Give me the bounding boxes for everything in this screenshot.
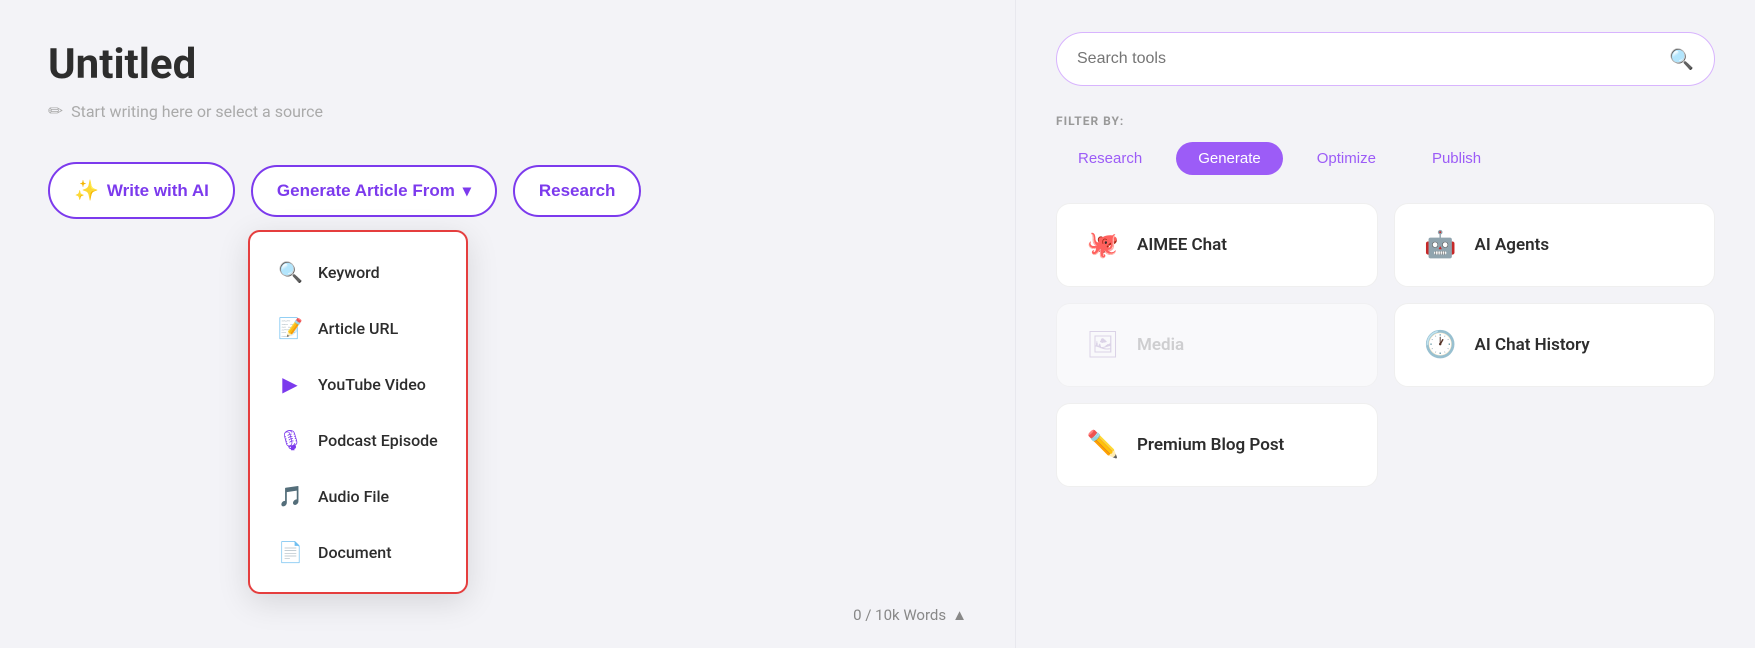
dropdown-keyword-label: Keyword xyxy=(318,263,380,282)
tool-card-aimee-chat[interactable]: 🐙 AIMEE Chat xyxy=(1056,203,1378,287)
ai-chat-history-icon: 🕐 xyxy=(1423,330,1459,360)
media-label: Media xyxy=(1137,335,1184,355)
tool-card-ai-agents[interactable]: 🤖 AI Agents xyxy=(1394,203,1716,287)
premium-blog-post-icon: ✏️ xyxy=(1085,430,1121,460)
youtube-icon: ▶ xyxy=(278,372,302,396)
word-count-value: 0 / 10k Words xyxy=(853,606,946,624)
filter-pill-optimize[interactable]: Optimize xyxy=(1295,142,1398,175)
ai-agents-label: AI Agents xyxy=(1475,235,1550,255)
write-with-ai-button[interactable]: ✨ Write with AI xyxy=(48,162,235,219)
filter-pill-research[interactable]: Research xyxy=(1056,142,1164,175)
podcast-icon: 🎙 xyxy=(278,428,302,452)
dropdown-document-label: Document xyxy=(318,543,392,562)
dropdown-audio-label: Audio File xyxy=(318,487,389,506)
dropdown-item-keyword[interactable]: 🔍 Keyword xyxy=(250,244,466,300)
aimee-chat-icon: 🐙 xyxy=(1085,230,1121,260)
ai-chat-history-label: AI Chat History xyxy=(1475,335,1590,355)
dropdown-item-youtube-video[interactable]: ▶ YouTube Video xyxy=(250,356,466,412)
sparkle-icon: ✨ xyxy=(74,178,99,203)
filter-pills: Research Generate Optimize Publish xyxy=(1056,142,1715,175)
word-count: 0 / 10k Words ▲ xyxy=(853,606,967,624)
dropdown-item-audio-file[interactable]: 🎵 Audio File xyxy=(250,468,466,524)
search-icon[interactable]: 🔍 xyxy=(1669,47,1694,71)
audio-icon: 🎵 xyxy=(278,484,302,508)
dropdown-podcast-label: Podcast Episode xyxy=(318,431,438,450)
search-tools-input[interactable] xyxy=(1077,50,1657,68)
research-button[interactable]: Research xyxy=(513,165,642,217)
filter-section: FILTER BY: Research Generate Optimize Pu… xyxy=(1056,114,1715,175)
pencil-icon: ✏ xyxy=(48,101,63,122)
dropdown-youtube-label: YouTube Video xyxy=(318,375,426,394)
write-ai-label: Write with AI xyxy=(107,181,209,201)
generate-label: Generate Article From xyxy=(277,181,455,201)
article-url-icon: 📝 xyxy=(278,316,302,340)
filter-pill-publish[interactable]: Publish xyxy=(1410,142,1503,175)
research-label: Research xyxy=(539,181,616,201)
premium-blog-post-label: Premium Blog Post xyxy=(1137,435,1284,455)
document-icon: 📄 xyxy=(278,540,302,564)
chevron-down-icon: ▾ xyxy=(463,181,471,201)
media-icon: 🖼 xyxy=(1085,330,1121,360)
actions-row: ✨ Write with AI Generate Article From ▾ … xyxy=(48,162,967,219)
left-panel: Untitled ✏ Start writing here or select … xyxy=(0,0,1015,648)
dropdown-item-podcast-episode[interactable]: 🎙 Podcast Episode xyxy=(250,412,466,468)
chevron-up-icon: ▲ xyxy=(952,606,967,624)
right-panel: 🔍 FILTER BY: Research Generate Optimize … xyxy=(1015,0,1755,648)
tool-card-premium-blog-post[interactable]: ✏️ Premium Blog Post xyxy=(1056,403,1378,487)
dropdown-item-document[interactable]: 📄 Document xyxy=(250,524,466,580)
ai-agents-icon: 🤖 xyxy=(1423,230,1459,260)
tool-card-ai-chat-history[interactable]: 🕐 AI Chat History xyxy=(1394,303,1716,387)
generate-dropdown-menu: 🔍 Keyword 📝 Article URL ▶ YouTube Video … xyxy=(248,230,468,594)
tools-grid: 🐙 AIMEE Chat 🤖 AI Agents 🖼 Media 🕐 AI Ch… xyxy=(1056,203,1715,487)
dropdown-item-article-url[interactable]: 📝 Article URL xyxy=(250,300,466,356)
generate-article-from-button[interactable]: Generate Article From ▾ xyxy=(251,165,497,217)
filter-by-label: FILTER BY: xyxy=(1056,114,1715,128)
keyword-icon: 🔍 xyxy=(278,260,302,284)
page-title: Untitled xyxy=(48,40,967,89)
tool-card-media: 🖼 Media xyxy=(1056,303,1378,387)
subtitle-row: ✏ Start writing here or select a source xyxy=(48,101,967,122)
filter-pill-generate[interactable]: Generate xyxy=(1176,142,1283,175)
aimee-chat-label: AIMEE Chat xyxy=(1137,235,1227,255)
search-bar: 🔍 xyxy=(1056,32,1715,86)
dropdown-article-url-label: Article URL xyxy=(318,319,398,338)
subtitle-text: Start writing here or select a source xyxy=(71,102,323,121)
